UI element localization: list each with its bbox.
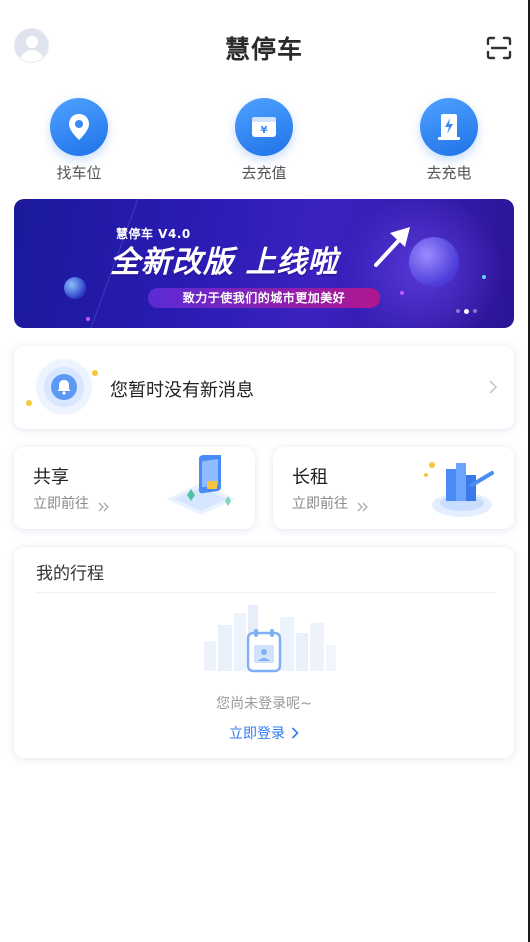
lease-card-action[interactable]: 立即前往: [292, 493, 348, 513]
lease-card-title: 长租: [292, 467, 328, 488]
chevron-right-icon: [488, 379, 498, 395]
building-illustration-icon: [420, 455, 506, 521]
top-bar: 慧停车: [0, 22, 528, 74]
banner-decor-sphere: [64, 277, 86, 299]
banner-decor-spark: [482, 275, 486, 279]
app-title: 慧停车: [224, 35, 303, 64]
app-screen: 慧停车 找车位 ¥ 去充值 去充电 慧停车 V4.0 全新改版 上线啦 致力于使…: [0, 0, 528, 942]
decor-dot: [92, 370, 98, 376]
arrow-up-right-icon: [374, 223, 416, 267]
quick-actions: 找车位 ¥ 去充值 去充电: [0, 98, 528, 188]
carousel-dot[interactable]: [456, 309, 460, 313]
carousel-dot[interactable]: [473, 309, 477, 313]
quick-action-label: 去充值: [241, 164, 287, 182]
lease-card[interactable]: 长租 立即前往: [273, 447, 514, 529]
trip-title: 我的行程: [36, 564, 104, 584]
wallet-icon: ¥: [235, 98, 293, 156]
quick-action-find-parking[interactable]: 找车位: [24, 98, 134, 184]
chevron-right-icon: [291, 727, 299, 739]
quick-action-recharge[interactable]: ¥ 去充值: [209, 98, 319, 184]
location-pin-icon: [50, 98, 108, 156]
promo-banner[interactable]: 慧停车 V4.0 全新改版 上线啦 致力于使我们的城市更加美好: [14, 199, 514, 328]
banner-headline: 全新改版 上线啦: [110, 245, 339, 280]
empty-state-illustration: [184, 603, 344, 683]
phone-illustration-icon: [161, 452, 247, 521]
trip-card: 我的行程 您尚未登录呢~ 立即登录: [14, 547, 514, 758]
banner-decor-spark: [400, 291, 404, 295]
quick-action-label: 找车位: [56, 164, 102, 182]
charging-station-icon: [420, 98, 478, 156]
banner-decor-sphere: [409, 237, 459, 287]
decor-dot: [26, 400, 32, 406]
empty-state-text: 您尚未登录呢~: [216, 696, 312, 712]
carousel-dot-active[interactable]: [464, 309, 469, 314]
login-link-label[interactable]: 立即登录: [229, 726, 285, 742]
message-text: 您暂时没有新消息: [110, 380, 254, 401]
banner-tagline: 致力于使我们的城市更加美好: [148, 288, 380, 308]
scan-icon[interactable]: [486, 36, 512, 60]
share-card-action[interactable]: 立即前往: [33, 493, 89, 513]
double-chevron-right-icon: [357, 497, 369, 512]
double-chevron-right-icon: [98, 497, 110, 512]
share-card-title: 共享: [33, 467, 69, 488]
svg-text:¥: ¥: [261, 125, 268, 136]
login-link[interactable]: 立即登录: [14, 723, 514, 743]
bell-icon: [36, 359, 92, 415]
share-card[interactable]: 共享 立即前往: [14, 447, 255, 529]
quick-action-label: 去充电: [426, 164, 472, 182]
banner-decor-spark: [86, 317, 90, 321]
quick-action-charge[interactable]: 去充电: [394, 98, 504, 184]
divider: [36, 592, 495, 593]
message-card[interactable]: 您暂时没有新消息: [14, 346, 514, 429]
carousel-indicator: [456, 309, 496, 315]
